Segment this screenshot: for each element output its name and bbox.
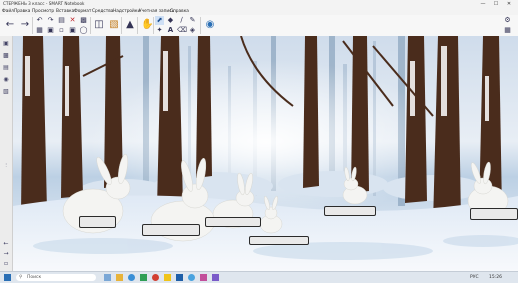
app-icon[interactable] [188, 274, 195, 281]
display-icon[interactable]: ▣ [46, 26, 55, 35]
smart-notebook-icon[interactable] [212, 274, 219, 281]
tool-properties-icon[interactable]: ◉ [204, 19, 216, 31]
menu-help[interactable]: Справка [170, 8, 189, 15]
task-view-icon[interactable] [104, 274, 111, 281]
menu-format[interactable]: Формат [74, 8, 91, 15]
answer-box[interactable] [205, 217, 261, 227]
answer-box[interactable] [79, 216, 116, 228]
shapes-icon[interactable]: ◆ [166, 16, 175, 25]
toolbar [0, 15, 518, 37]
taskbar: ⚲ Поиск РУС 15:26 [0, 271, 518, 283]
app-icon[interactable] [152, 274, 159, 281]
addons-icon[interactable]: ▧ [108, 19, 120, 31]
search-box[interactable]: ⚲ Поиск [16, 274, 96, 281]
browser-icon[interactable] [128, 274, 135, 281]
eraser-icon[interactable]: ⌫ [177, 26, 187, 35]
toolbar-divider [153, 17, 154, 34]
toolbar-divider [121, 17, 122, 34]
toolbar-divider [137, 17, 138, 34]
expand-icon[interactable]: ▦ [503, 26, 512, 35]
search-icon: ⚲ [19, 275, 23, 280]
menu-file[interactable]: Файл [2, 8, 14, 15]
clock[interactable]: 15:26 [489, 273, 502, 282]
hand-icon[interactable]: ✋ [141, 19, 153, 31]
menu-bar: Файл Правка Просмотр Вставка Формат Сред… [0, 8, 518, 15]
menu-tools[interactable]: Средства [92, 8, 113, 15]
line-icon[interactable]: ∕ [177, 16, 186, 25]
menu-account[interactable]: Учетная запись [139, 8, 174, 15]
attachments-icon[interactable]: ▤ [2, 64, 10, 72]
dock-left-icon[interactable]: ← [2, 240, 10, 248]
document-camera-icon[interactable]: ◯ [79, 26, 88, 35]
dock-right-icon[interactable]: → [2, 250, 10, 258]
addons-icon[interactable]: ▧ [2, 88, 10, 96]
pen-icon[interactable]: ✎ [188, 16, 197, 25]
add-page-icon[interactable]: ▫ [57, 26, 66, 35]
window-title: СТЕРЖЕНЬ 3 класс - SMART Notebook [3, 1, 85, 6]
toolbar-divider [32, 17, 33, 34]
notebook-page[interactable] [13, 36, 518, 271]
toolbar-divider [90, 17, 91, 34]
windows-start-icon[interactable] [4, 274, 11, 281]
collapse-icon[interactable]: ⋮ [2, 161, 10, 169]
answer-box[interactable] [470, 208, 518, 220]
answer-box[interactable] [249, 236, 309, 245]
arrow-right-icon[interactable]: → [19, 19, 31, 31]
save-icon[interactable]: ▣ [68, 26, 77, 35]
properties-icon[interactable]: ◫ [93, 19, 105, 31]
menu-insert[interactable]: Вставка [56, 8, 74, 15]
paste-icon[interactable]: ▤ [57, 16, 66, 25]
delete-icon[interactable]: ✕ [68, 16, 77, 25]
text-icon[interactable]: A [166, 26, 175, 35]
app-icon[interactable] [200, 274, 207, 281]
maximize-button[interactable]: ☐ [491, 0, 501, 8]
title-bar: СТЕРЖЕНЬ 3 класс - SMART Notebook — ☐ ✕ [0, 0, 518, 8]
toolbar-divider [200, 17, 201, 34]
file-explorer-icon[interactable] [116, 274, 123, 281]
side-panel: ▣ ▩ ▤ ◉ ▧ ⋮ ← → ▫ [0, 36, 13, 271]
minimize-button[interactable]: — [478, 0, 488, 8]
properties-icon[interactable]: ◉ [2, 76, 10, 84]
magic-pen-icon[interactable]: ✦ [155, 26, 164, 35]
screen-shade-icon[interactable]: ▩ [79, 16, 88, 25]
menu-settings[interactable]: Надстройки [113, 8, 140, 15]
app-icon[interactable] [164, 274, 171, 281]
table-icon[interactable]: ▦ [35, 26, 44, 35]
select-icon[interactable]: ⬈ [155, 16, 164, 25]
menu-edit[interactable]: Правка [14, 8, 30, 15]
arrow-left-icon[interactable]: ← [4, 19, 16, 31]
answer-box[interactable] [324, 206, 376, 216]
menu-view[interactable]: Просмотр [32, 8, 54, 15]
search-placeholder: Поиск [27, 275, 42, 280]
store-icon[interactable] [140, 274, 147, 281]
gallery-icon[interactable]: ▩ [2, 52, 10, 60]
page-sorter-icon[interactable]: ▣ [2, 40, 10, 48]
gallery-icon[interactable]: ▲ [124, 19, 136, 31]
answer-box[interactable] [142, 224, 200, 236]
page-icon[interactable]: ▫ [2, 260, 10, 268]
close-button[interactable]: ✕ [504, 0, 514, 8]
redo-icon[interactable]: ↷ [46, 16, 55, 25]
undo-icon[interactable]: ↶ [35, 16, 44, 25]
fill-icon[interactable]: ◈ [188, 26, 197, 35]
app-icon[interactable] [176, 274, 183, 281]
language-indicator[interactable]: РУС [470, 273, 479, 282]
settings-icon[interactable]: ⚙ [503, 16, 512, 25]
